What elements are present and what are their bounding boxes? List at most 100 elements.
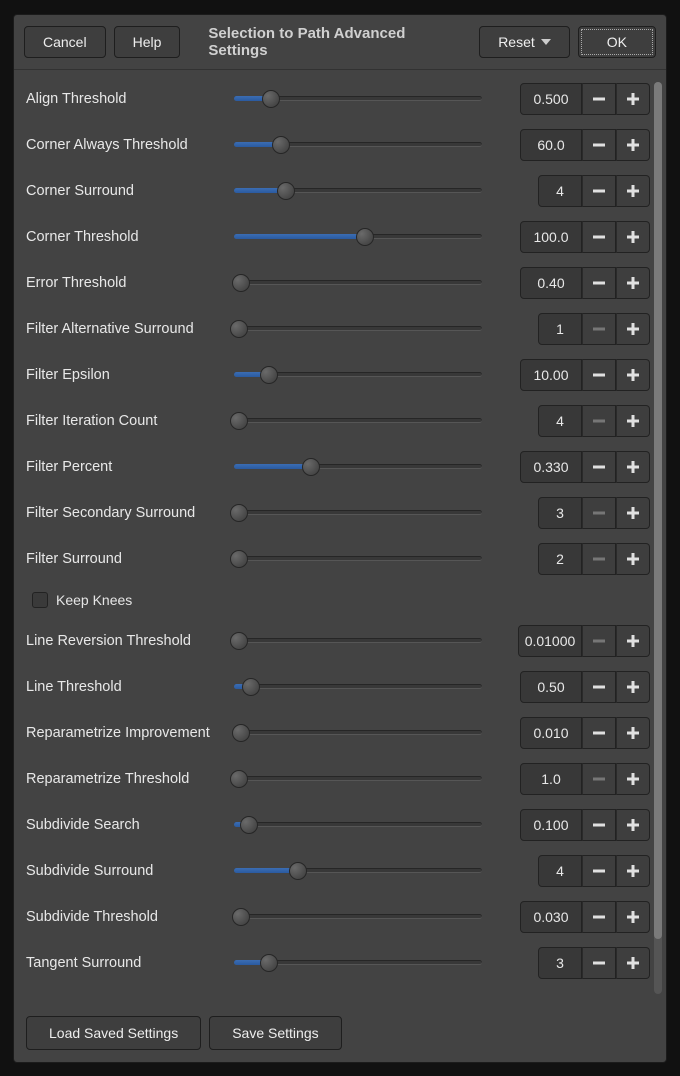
slider-subdivide-threshold[interactable] <box>234 908 482 926</box>
decrement-button[interactable] <box>582 901 616 933</box>
scrollbar[interactable] <box>654 82 662 994</box>
slider-subdivide-surround[interactable] <box>234 862 482 880</box>
cancel-button[interactable]: Cancel <box>24 26 106 58</box>
increment-button[interactable] <box>616 809 650 841</box>
help-button[interactable]: Help <box>114 26 181 58</box>
value-field-subdivide-threshold[interactable]: 0.030 <box>520 901 582 933</box>
value-field-filter-percent[interactable]: 0.330 <box>520 451 582 483</box>
slider-thumb[interactable] <box>356 228 374 246</box>
decrement-button[interactable] <box>582 129 616 161</box>
slider-tangent-surround[interactable] <box>234 954 482 972</box>
decrement-button[interactable] <box>582 451 616 483</box>
increment-button[interactable] <box>616 717 650 749</box>
decrement-button[interactable] <box>582 221 616 253</box>
value-field-filter-secondary-surround[interactable]: 3 <box>538 497 582 529</box>
slider-thumb[interactable] <box>260 954 278 972</box>
value-field-tangent-surround[interactable]: 3 <box>538 947 582 979</box>
increment-button[interactable] <box>616 947 650 979</box>
slider-line-reversion-threshold[interactable] <box>234 632 482 650</box>
slider-thumb[interactable] <box>232 908 250 926</box>
value-field-corner-threshold[interactable]: 100.0 <box>520 221 582 253</box>
value-field-corner-surround[interactable]: 4 <box>538 175 582 207</box>
slider-error-threshold[interactable] <box>234 274 482 292</box>
slider-thumb[interactable] <box>302 458 320 476</box>
slider-reparametrize-improvement[interactable] <box>234 724 482 742</box>
value-field-filter-surround[interactable]: 2 <box>538 543 582 575</box>
slider-filter-secondary-surround[interactable] <box>234 504 482 522</box>
save-settings-button[interactable]: Save Settings <box>209 1016 341 1050</box>
slider-thumb[interactable] <box>232 274 250 292</box>
slider-reparametrize-threshold[interactable] <box>234 770 482 788</box>
slider-filter-epsilon[interactable] <box>234 366 482 384</box>
decrement-button[interactable] <box>582 809 616 841</box>
value-field-corner-always-threshold[interactable]: 60.0 <box>520 129 582 161</box>
increment-button[interactable] <box>616 405 650 437</box>
decrement-button[interactable] <box>582 175 616 207</box>
increment-button[interactable] <box>616 543 650 575</box>
value-field-subdivide-search[interactable]: 0.100 <box>520 809 582 841</box>
value-field-subdivide-surround[interactable]: 4 <box>538 855 582 887</box>
reset-button[interactable]: Reset <box>479 26 570 58</box>
slider-align-threshold[interactable] <box>234 90 482 108</box>
increment-button[interactable] <box>616 359 650 391</box>
value-field-line-reversion-threshold[interactable]: 0.01000 <box>518 625 582 657</box>
param-row-subdivide-search: Subdivide Search0.100 <box>26 802 650 848</box>
value-field-line-threshold[interactable]: 0.50 <box>520 671 582 703</box>
slider-thumb[interactable] <box>289 862 307 880</box>
slider-thumb[interactable] <box>240 816 258 834</box>
scrollbar-thumb[interactable] <box>654 82 662 939</box>
decrement-button[interactable] <box>582 359 616 391</box>
decrement-button[interactable] <box>582 83 616 115</box>
slider-filter-alternative-surround[interactable] <box>234 320 482 338</box>
decrement-button[interactable] <box>582 671 616 703</box>
slider-filter-surround[interactable] <box>234 550 482 568</box>
slider-filter-percent[interactable] <box>234 458 482 476</box>
slider-thumb[interactable] <box>277 182 295 200</box>
slider-thumb[interactable] <box>230 550 248 568</box>
increment-button[interactable] <box>616 267 650 299</box>
value-field-filter-iteration-count[interactable]: 4 <box>538 405 582 437</box>
increment-button[interactable] <box>616 83 650 115</box>
value-field-filter-alternative-surround[interactable]: 1 <box>538 313 582 345</box>
slider-corner-always-threshold[interactable] <box>234 136 482 154</box>
increment-button[interactable] <box>616 313 650 345</box>
slider-thumb[interactable] <box>262 90 280 108</box>
decrement-button[interactable] <box>582 855 616 887</box>
value-field-reparametrize-improvement[interactable]: 0.010 <box>520 717 582 749</box>
value-field-align-threshold[interactable]: 0.500 <box>520 83 582 115</box>
slider-thumb[interactable] <box>230 632 248 650</box>
decrement-button[interactable] <box>582 947 616 979</box>
value-field-reparametrize-threshold[interactable]: 1.0 <box>520 763 582 795</box>
slider-thumb[interactable] <box>242 678 260 696</box>
slider-thumb[interactable] <box>272 136 290 154</box>
decrement-button[interactable] <box>582 267 616 299</box>
increment-button[interactable] <box>616 763 650 795</box>
increment-button[interactable] <box>616 497 650 529</box>
slider-line-threshold[interactable] <box>234 678 482 696</box>
slider-subdivide-search[interactable] <box>234 816 482 834</box>
ok-button[interactable]: OK <box>578 26 656 58</box>
increment-button[interactable] <box>616 625 650 657</box>
slider-thumb[interactable] <box>230 412 248 430</box>
plus-icon <box>626 230 640 244</box>
value-field-error-threshold[interactable]: 0.40 <box>520 267 582 299</box>
slider-thumb[interactable] <box>230 504 248 522</box>
increment-button[interactable] <box>616 901 650 933</box>
increment-button[interactable] <box>616 129 650 161</box>
slider-thumb[interactable] <box>260 366 278 384</box>
increment-button[interactable] <box>616 175 650 207</box>
increment-button[interactable] <box>616 671 650 703</box>
load-settings-button[interactable]: Load Saved Settings <box>26 1016 201 1050</box>
value-field-filter-epsilon[interactable]: 10.00 <box>520 359 582 391</box>
keep-knees-checkbox[interactable] <box>32 592 48 608</box>
slider-thumb[interactable] <box>230 320 248 338</box>
decrement-button[interactable] <box>582 717 616 749</box>
slider-filter-iteration-count[interactable] <box>234 412 482 430</box>
slider-thumb[interactable] <box>230 770 248 788</box>
slider-corner-threshold[interactable] <box>234 228 482 246</box>
slider-thumb[interactable] <box>232 724 250 742</box>
increment-button[interactable] <box>616 855 650 887</box>
increment-button[interactable] <box>616 221 650 253</box>
increment-button[interactable] <box>616 451 650 483</box>
slider-corner-surround[interactable] <box>234 182 482 200</box>
